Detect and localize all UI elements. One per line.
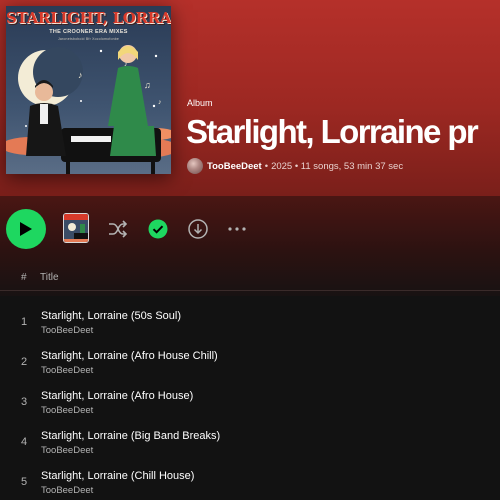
track-list: 1 Starlight, Lorraine (50s Soul) TooBeeD…	[0, 300, 500, 500]
album-type-label: Album	[187, 98, 213, 108]
track-row[interactable]: 1 Starlight, Lorraine (50s Soul) TooBeeD…	[0, 300, 500, 340]
more-options-button[interactable]	[227, 219, 247, 239]
track-number: 5	[20, 476, 28, 488]
svg-text:♪: ♪	[78, 70, 83, 80]
track-row[interactable]: 2 Starlight, Lorraine (Afro House Chill)…	[0, 340, 500, 380]
album-preview-thumbnail[interactable]	[63, 213, 89, 243]
album-header: ♪ ♫ ♪ ♪ STARLIGHT, LORRA THE CROONER ERA…	[0, 0, 500, 196]
track-table-header: # Title	[0, 269, 500, 291]
track-row[interactable]: 5 Starlight, Lorraine (Chill House) TooB…	[0, 460, 500, 500]
download-icon	[188, 219, 208, 239]
track-number: 1	[20, 316, 28, 328]
track-row[interactable]: 4 Starlight, Lorraine (Big Band Breaks) …	[0, 420, 500, 460]
artist-name-link[interactable]: TooBeeDeet	[207, 161, 262, 172]
column-title-header[interactable]: Title	[40, 272, 59, 283]
column-number-header: #	[21, 272, 27, 283]
check-circle-icon	[148, 219, 168, 239]
album-meta: TooBeeDeet • 2025 • 11 songs, 53 min 37 …	[187, 158, 403, 174]
track-number: 4	[20, 436, 28, 448]
track-title[interactable]: Starlight, Lorraine (Chill House)	[41, 470, 194, 482]
track-artist-link[interactable]: TooBeeDeet	[41, 325, 93, 336]
saved-to-library-button[interactable]	[148, 219, 168, 239]
svg-text:♫: ♫	[144, 80, 151, 90]
track-title[interactable]: Starlight, Lorraine (50s Soul)	[41, 310, 181, 322]
shuffle-button[interactable]	[108, 219, 128, 239]
album-title: Starlight, Lorraine pr	[186, 113, 479, 150]
album-cover[interactable]: ♪ ♫ ♪ ♪ STARLIGHT, LORRA THE CROONER ERA…	[6, 6, 171, 174]
track-title[interactable]: Starlight, Lorraine (Big Band Breaks)	[41, 430, 220, 442]
download-button[interactable]	[188, 219, 208, 239]
cover-subtitle-text: THE CROONER ERA MIXES	[49, 29, 128, 35]
track-artist-link[interactable]: TooBeeDeet	[41, 445, 93, 456]
cover-credit-text: Jaronetsboboid Bfr Xocolomofonbe	[57, 37, 120, 41]
track-artist-link[interactable]: TooBeeDeet	[41, 485, 93, 496]
preview-thumbnail-art	[64, 214, 88, 242]
play-button[interactable]	[6, 209, 46, 249]
meta-separator: •	[264, 160, 269, 172]
more-horizontal-icon	[228, 227, 246, 231]
track-row[interactable]: 3 Starlight, Lorraine (Afro House) TooBe…	[0, 380, 500, 420]
action-bar: # Title	[0, 196, 500, 296]
cover-title-text: STARLIGHT, LORRAINE	[6, 9, 171, 27]
play-icon	[20, 222, 32, 236]
album-details: 2025 • 11 songs, 53 min 37 sec	[271, 160, 404, 172]
track-artist-link[interactable]: TooBeeDeet	[41, 365, 93, 376]
track-number: 3	[20, 396, 28, 408]
track-number: 2	[20, 356, 28, 368]
track-title[interactable]: Starlight, Lorraine (Afro House Chill)	[41, 350, 218, 362]
artist-avatar[interactable]	[187, 158, 203, 174]
track-title[interactable]: Starlight, Lorraine (Afro House)	[41, 390, 193, 402]
shuffle-icon	[109, 220, 128, 238]
album-page: ♪ ♫ ♪ ♪ STARLIGHT, LORRA THE CROONER ERA…	[0, 0, 500, 500]
track-artist-link[interactable]: TooBeeDeet	[41, 405, 93, 416]
svg-text:♪: ♪	[158, 99, 162, 106]
